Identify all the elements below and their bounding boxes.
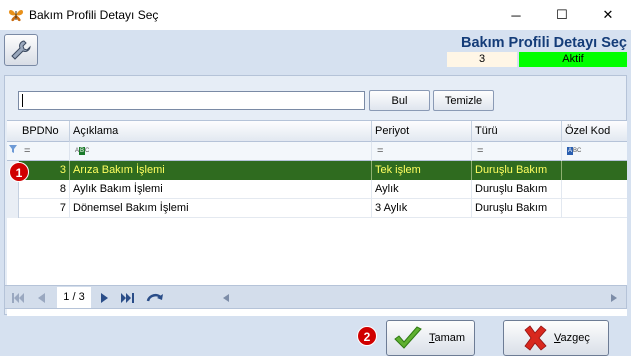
ok-button-label: Tamam (429, 332, 466, 344)
filter-aciklama[interactable]: ABC (69, 142, 371, 161)
search-button[interactable]: Bul (369, 90, 430, 111)
refresh-icon (146, 293, 163, 302)
text-filter-icon: ABC (567, 147, 582, 156)
close-icon: ✕ (602, 7, 614, 22)
filter-row: = ABC = = ABC (7, 142, 627, 161)
column-header-periyot[interactable]: Periyot (371, 121, 471, 142)
horizontal-scrollbar[interactable] (220, 291, 620, 305)
first-page-button[interactable] (11, 290, 25, 306)
search-input[interactable] (18, 91, 365, 110)
grid-header: BPDNo Açıklama Periyot Türü Özel Kod (7, 121, 627, 142)
minimize-button[interactable]: ─ (493, 0, 539, 30)
cell-turu: Duruşlu Bakım (471, 199, 561, 218)
row-indicator (7, 180, 19, 199)
column-header-bpdno[interactable]: BPDNo (19, 121, 69, 142)
refresh-button[interactable] (145, 290, 165, 306)
cell-periyot: 3 Aylık (371, 199, 471, 218)
title-bar: Bakım Profili Detayı Seç ─ ☐ ✕ (0, 0, 631, 30)
text-caret (22, 94, 23, 107)
cell-aciklama: Arıza Bakım İşlemi (69, 161, 371, 180)
table-row[interactable]: 8 Aylık Bakım İşlemi Aylık Duruşlu Bakım (7, 180, 627, 199)
scroll-right-icon (611, 294, 617, 302)
header-title: Bakım Profili Detayı Seç (460, 35, 627, 51)
column-header-ozel-kod[interactable]: Özel Kod (561, 121, 627, 142)
dialog-window: Bakım Profili Detayı Seç ─ ☐ ✕ Bakım Pro… (0, 0, 631, 356)
table-row[interactable]: 3 Arıza Bakım İşlemi Tek işlem Duruşlu B… (7, 161, 627, 180)
prev-page-button[interactable] (35, 290, 47, 306)
clear-button[interactable]: Temizle (433, 90, 494, 111)
prev-icon (38, 293, 45, 303)
dialog-content: Bakım Profili Detayı Seç 3 Aktif Bul Tem… (0, 30, 631, 356)
ok-button[interactable]: Tamam (386, 320, 475, 356)
page-indicator: 1 / 3 (57, 287, 91, 308)
cell-turu: Duruşlu Bakım (471, 161, 561, 180)
header-indicator-cell (7, 121, 19, 142)
cancel-button-label: Vazgeç (554, 332, 590, 344)
record-navigator: 1 / 3 (4, 285, 627, 309)
last-page-button[interactable] (119, 290, 139, 306)
maximize-button[interactable]: ☐ (539, 0, 585, 30)
cell-ozel-kod (561, 161, 627, 180)
cell-aciklama: Dönemsel Bakım İşlemi (69, 199, 371, 218)
cell-periyot: Aylık (371, 180, 471, 199)
cell-ozel-kod (561, 199, 627, 218)
table-row[interactable]: 7 Dönemsel Bakım İşlemi 3 Aylık Duruşlu … (7, 199, 627, 218)
grid-panel: Bul Temizle BPDNo Açıklama Periyot Türü … (4, 75, 627, 316)
checkmark-icon (394, 326, 422, 349)
settings-tool-button[interactable] (4, 34, 38, 66)
cell-aciklama: Aylık Bakım İşlemi (69, 180, 371, 199)
filter-bpdno[interactable]: = (19, 142, 69, 161)
maximize-icon: ☐ (556, 7, 568, 22)
filter-ozel-kod[interactable]: ABC (561, 142, 627, 161)
annotation-badge-1: 1 (9, 162, 29, 182)
column-header-aciklama[interactable]: Açıklama (69, 121, 371, 142)
cell-ozel-kod (561, 180, 627, 199)
cell-turu: Duruşlu Bakım (471, 180, 561, 199)
cell-periyot: Tek işlem (371, 161, 471, 180)
window-title: Bakım Profili Detayı Seç (29, 8, 159, 22)
filter-turu[interactable]: = (471, 142, 561, 161)
annotation-badge-2: 2 (357, 326, 377, 346)
filter-periyot[interactable]: = (371, 142, 471, 161)
first-icon (12, 293, 24, 303)
cell-bpdno: 8 (59, 183, 66, 195)
butterfly-icon (9, 10, 23, 22)
next-page-button[interactable] (99, 290, 111, 306)
scroll-left-icon (223, 294, 229, 302)
status-badge: Aktif (519, 52, 627, 67)
row-indicator (7, 199, 19, 218)
cancel-x-icon (524, 325, 547, 351)
filter-icon[interactable] (7, 142, 19, 161)
wrench-icon (11, 40, 31, 60)
last-icon (121, 293, 134, 303)
record-count: 3 (447, 52, 517, 67)
next-icon (101, 293, 108, 303)
text-filter-icon: ABC (75, 147, 90, 156)
minimize-icon: ─ (511, 7, 521, 23)
column-header-turu[interactable]: Türü (471, 121, 561, 142)
close-button[interactable]: ✕ (585, 0, 631, 30)
cancel-button[interactable]: Vazgeç (503, 320, 609, 356)
cell-bpdno: 7 (59, 202, 66, 214)
